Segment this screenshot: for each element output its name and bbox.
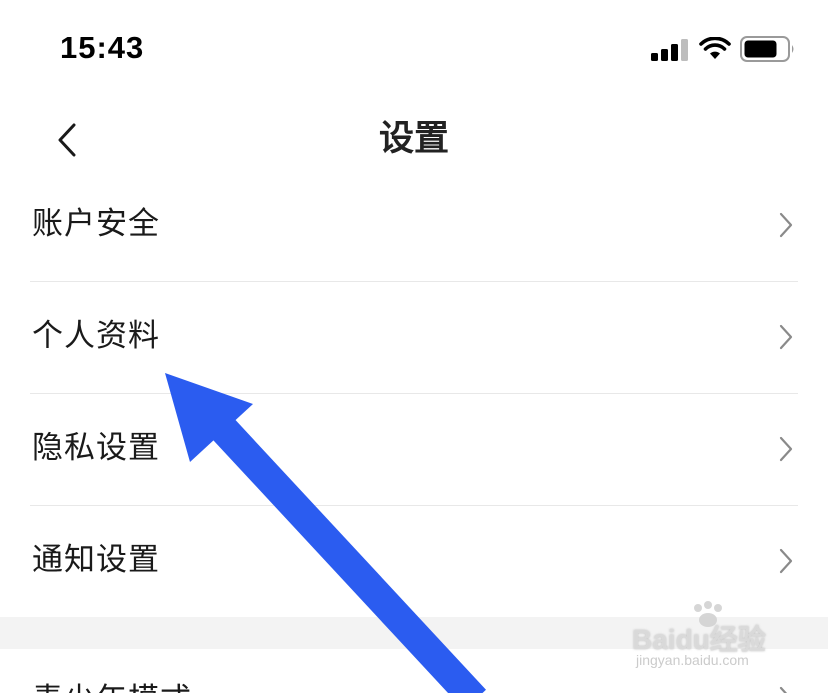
chevron-right-icon (779, 436, 793, 462)
status-bar: 15:43 (0, 0, 828, 96)
wifi-icon (699, 37, 731, 59)
settings-item-account-security[interactable]: 账户安全 (30, 170, 798, 282)
settings-item-label: 账户安全 (32, 206, 160, 242)
settings-item-label: 隐私设置 (32, 430, 160, 466)
settings-item-label: 通知设置 (32, 542, 160, 578)
settings-item-personal-info[interactable]: 个人资料 (30, 282, 798, 394)
settings-list: 账户安全 个人资料 隐私设置 通知设置 (0, 170, 828, 617)
signal-icon (651, 39, 688, 61)
settings-item-label: 个人资料 (32, 318, 160, 354)
chevron-right-icon (779, 686, 788, 693)
page-title: 设置 (378, 118, 449, 159)
settings-screen: 15:43 设置 账户安全 个人资料 隐私设置 通知设置 Baidu经验 jin… (0, 0, 828, 693)
section-divider (0, 617, 828, 649)
settings-item-notifications[interactable]: 通知设置 (30, 506, 798, 617)
watermark-url: jingyan.baidu.com (636, 652, 749, 668)
chevron-right-icon (779, 548, 793, 574)
settings-item-privacy[interactable]: 隐私设置 (30, 394, 798, 506)
battery-icon (740, 36, 794, 62)
status-time: 15:43 (60, 30, 145, 65)
chevron-right-icon (779, 212, 793, 238)
settings-item-teen-mode[interactable]: 青少年模式 (32, 680, 192, 693)
chevron-right-icon (779, 324, 793, 350)
